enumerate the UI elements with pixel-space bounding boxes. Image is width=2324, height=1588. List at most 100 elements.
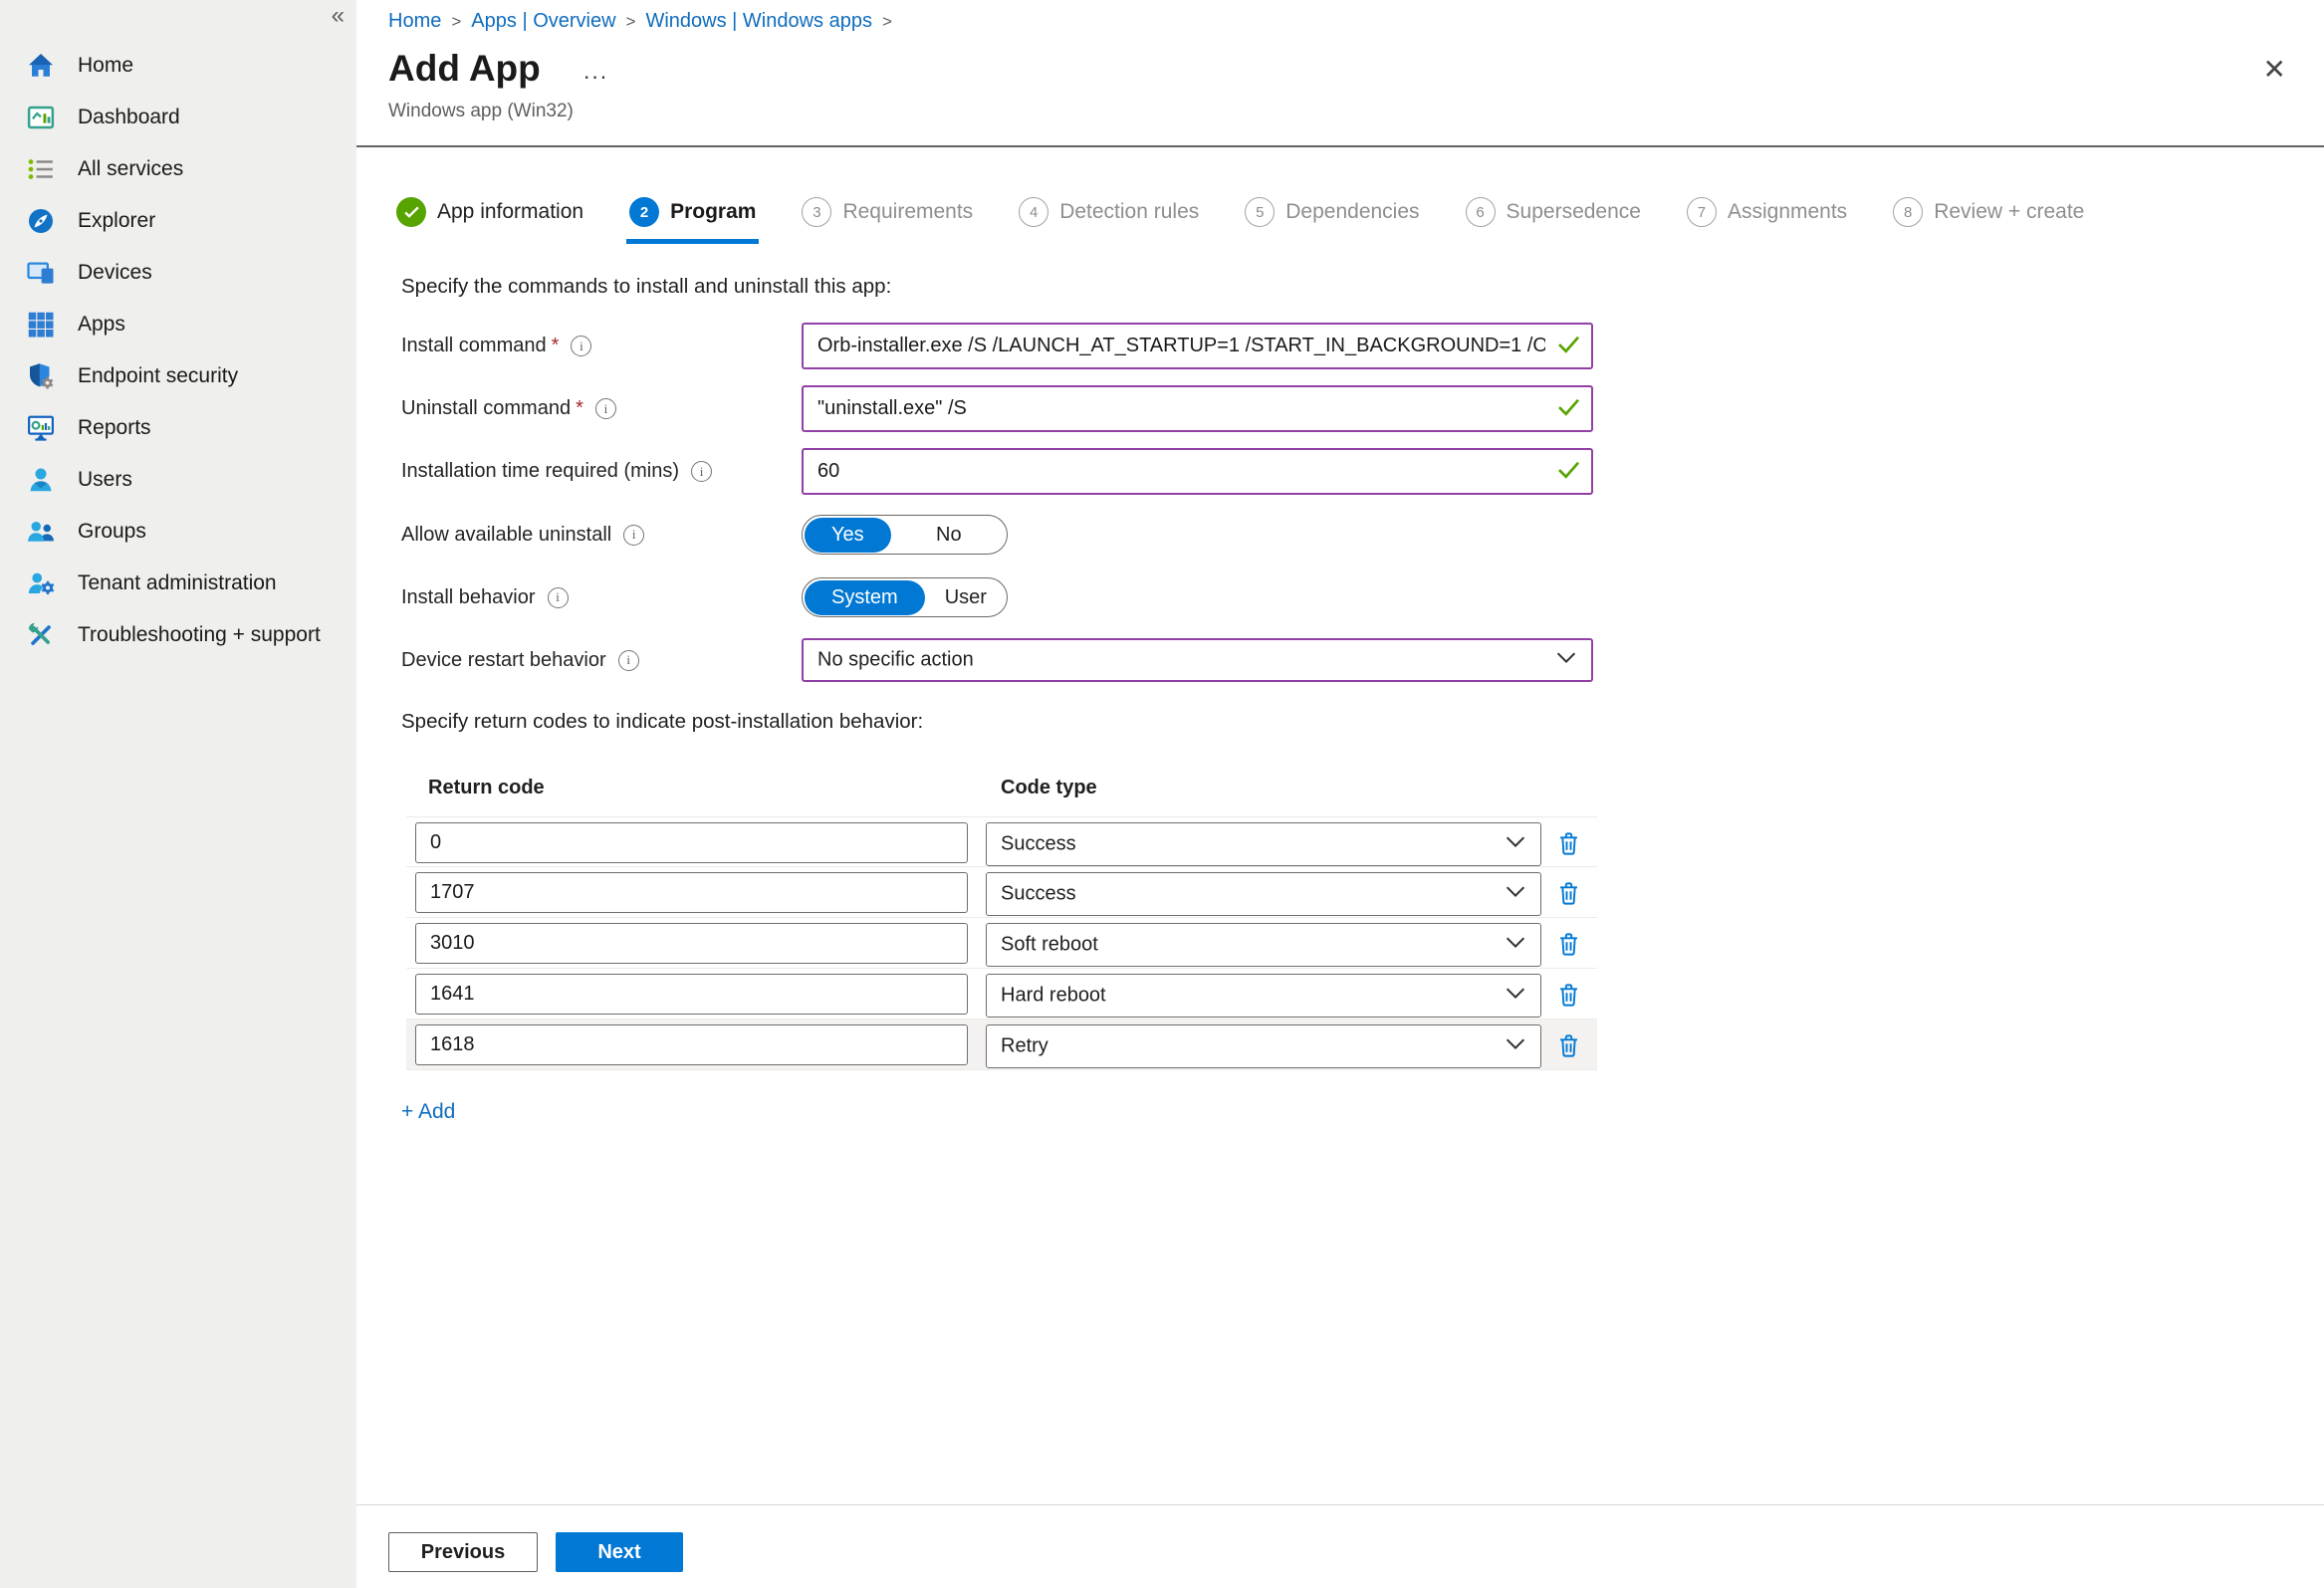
breadcrumb-home[interactable]: Home: [388, 10, 441, 33]
return-code-input-wrap: [415, 872, 968, 913]
breadcrumb-apps-overview[interactable]: Apps | Overview: [471, 10, 615, 33]
next-button[interactable]: Next: [556, 1532, 683, 1572]
sidebar-item-devices[interactable]: Devices: [0, 247, 356, 299]
return-code-row: Hard reboot: [406, 969, 1597, 1020]
step-assignments[interactable]: 7 Assignments: [1687, 197, 1847, 244]
sidebar-item-explorer[interactable]: Explorer: [0, 195, 356, 247]
uninstall-command-input[interactable]: [804, 387, 1591, 430]
sidebar-item-groups[interactable]: Groups: [0, 506, 356, 558]
add-return-code-link[interactable]: + Add: [401, 1100, 455, 1124]
info-icon[interactable]: i: [618, 650, 639, 671]
sidebar-item-label: Tenant administration: [78, 571, 277, 595]
install-command-input-wrap: [802, 323, 1593, 369]
install-behavior-label: Install behaviori: [401, 586, 569, 609]
code-type-dropdown[interactable]: Success: [986, 872, 1541, 916]
sidebar-item-endpoint-security[interactable]: Endpoint security: [0, 350, 356, 402]
toggle-option-system[interactable]: System: [805, 580, 925, 615]
info-icon[interactable]: i: [623, 525, 644, 546]
sidebar-item-apps[interactable]: Apps: [0, 299, 356, 350]
delete-row-icon[interactable]: [1553, 1030, 1583, 1060]
return-code-input-wrap: [415, 923, 968, 964]
page-subtitle: Windows app (Win32): [388, 101, 574, 122]
sidebar-item-users[interactable]: Users: [0, 454, 356, 506]
sidebar-item-label: Users: [78, 468, 132, 492]
install-command-row: Install command*i: [401, 323, 591, 369]
sidebar-item-reports[interactable]: Reports: [0, 402, 356, 454]
info-icon[interactable]: i: [548, 587, 569, 608]
return-code-input[interactable]: [416, 1025, 967, 1064]
step-supersedence[interactable]: 6 Supersedence: [1466, 197, 1641, 244]
step-number: 7: [1687, 197, 1717, 227]
return-code-input[interactable]: [416, 924, 967, 963]
step-number: 2: [629, 197, 659, 227]
sidebar-item-troubleshooting[interactable]: Troubleshooting + support: [0, 609, 356, 661]
endpoint-security-icon: [26, 361, 56, 391]
chevron-down-icon: [1506, 835, 1525, 853]
devices-icon: [26, 258, 56, 288]
delete-row-icon[interactable]: [1553, 929, 1583, 959]
allow-uninstall-toggle: Yes No: [802, 515, 1008, 555]
toggle-option-no[interactable]: No: [891, 524, 1007, 547]
more-options-icon[interactable]: ...: [583, 58, 608, 85]
info-icon[interactable]: i: [595, 398, 616, 419]
delete-row-icon[interactable]: [1553, 878, 1583, 908]
dropdown-value: Success: [1001, 833, 1076, 856]
install-command-label: Install command*i: [401, 335, 591, 357]
apps-icon: [26, 310, 56, 340]
sidebar-collapse-icon[interactable]: «: [332, 4, 345, 28]
uninstall-command-label: Uninstall command*i: [401, 397, 616, 420]
info-icon[interactable]: i: [691, 461, 712, 482]
step-requirements[interactable]: 3 Requirements: [802, 197, 973, 244]
step-number: 6: [1466, 197, 1496, 227]
chevron-down-icon: [1506, 1037, 1525, 1055]
install-time-row: Installation time required (mins)i: [401, 448, 712, 495]
step-label: Supersedence: [1507, 200, 1641, 224]
column-header-code-type: Code type: [1001, 777, 1097, 799]
delete-row-icon[interactable]: [1553, 828, 1583, 858]
step-complete-check-icon: [396, 197, 426, 227]
dropdown-value: Soft reboot: [1001, 934, 1098, 957]
sidebar-item-label: Dashboard: [78, 106, 180, 129]
toggle-option-user[interactable]: User: [925, 586, 1007, 609]
code-type-dropdown[interactable]: Success: [986, 822, 1541, 866]
sidebar-nav: Home Dashboard All services Explorer Dev…: [0, 40, 356, 661]
sidebar-item-tenant-administration[interactable]: Tenant administration: [0, 558, 356, 609]
step-detection-rules[interactable]: 4 Detection rules: [1019, 197, 1199, 244]
code-type-dropdown[interactable]: Hard reboot: [986, 974, 1541, 1018]
return-code-input[interactable]: [416, 823, 967, 862]
install-command-input[interactable]: [804, 325, 1591, 367]
return-code-input-wrap: [415, 1024, 968, 1065]
code-type-dropdown[interactable]: Retry: [986, 1024, 1541, 1068]
dropdown-value: Success: [1001, 883, 1076, 906]
sidebar-item-home[interactable]: Home: [0, 40, 356, 92]
sidebar-item-label: Devices: [78, 261, 152, 285]
return-code-row-selected: Retry: [406, 1020, 1597, 1070]
sidebar-item-label: Explorer: [78, 209, 155, 233]
code-type-dropdown[interactable]: Soft reboot: [986, 923, 1541, 967]
install-time-input[interactable]: [804, 450, 1591, 493]
delete-row-icon[interactable]: [1553, 980, 1583, 1010]
sidebar-item-label: All services: [78, 157, 183, 181]
toggle-option-yes[interactable]: Yes: [805, 518, 891, 553]
return-code-input-wrap: [415, 822, 968, 863]
step-app-information[interactable]: App information: [396, 197, 583, 244]
install-behavior-row: Install behaviori: [401, 577, 569, 617]
sidebar: « Home Dashboard All services Explorer D…: [0, 0, 356, 1588]
breadcrumb-separator: >: [882, 12, 892, 32]
step-review-create[interactable]: 8 Review + create: [1893, 197, 2084, 244]
groups-icon: [26, 517, 56, 547]
breadcrumb-windows-apps[interactable]: Windows | Windows apps: [645, 10, 872, 33]
return-code-input[interactable]: [416, 975, 967, 1014]
sidebar-item-dashboard[interactable]: Dashboard: [0, 92, 356, 143]
breadcrumb-separator: >: [451, 12, 461, 32]
install-time-input-wrap: [802, 448, 1593, 495]
close-icon[interactable]: ✕: [2263, 56, 2286, 84]
previous-button[interactable]: Previous: [388, 1532, 538, 1572]
info-icon[interactable]: i: [571, 336, 591, 356]
sidebar-item-all-services[interactable]: All services: [0, 143, 356, 195]
required-asterisk: *: [552, 335, 560, 357]
step-program[interactable]: 2 Program: [629, 197, 756, 244]
return-code-input[interactable]: [416, 873, 967, 912]
restart-behavior-dropdown[interactable]: No specific action: [802, 638, 1593, 682]
step-dependencies[interactable]: 5 Dependencies: [1245, 197, 1419, 244]
